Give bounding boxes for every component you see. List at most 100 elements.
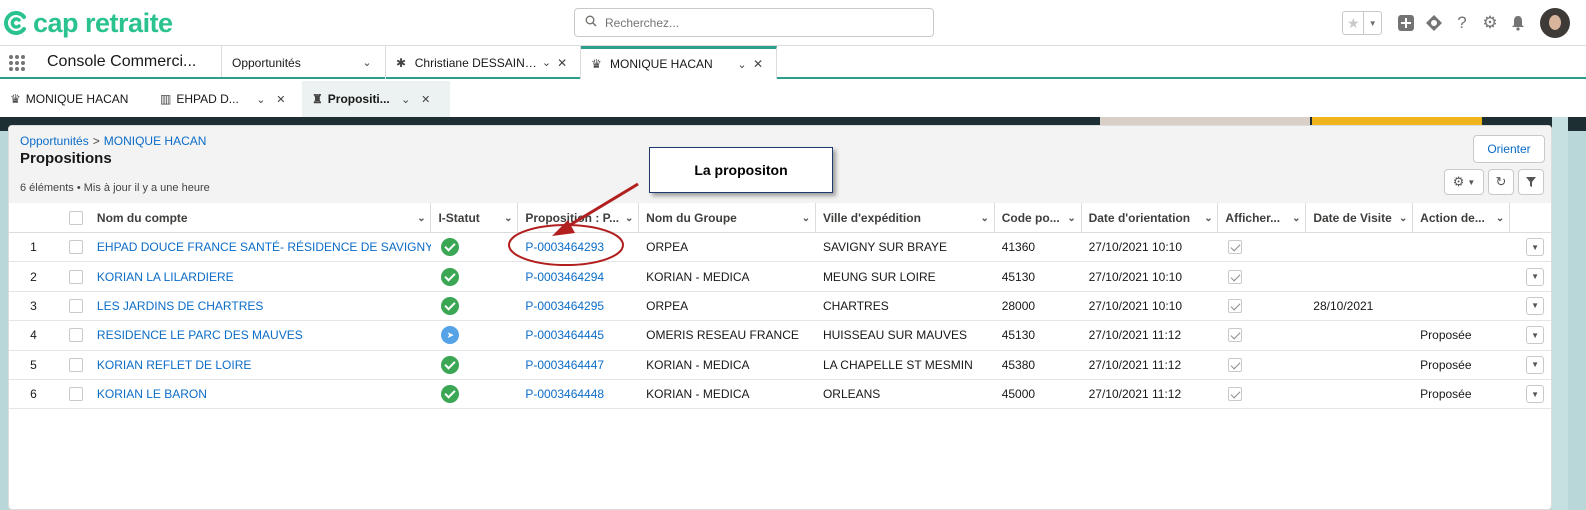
- close-icon[interactable]: ✕: [273, 93, 289, 106]
- column-header-city[interactable]: Ville d'expédition ⌄: [816, 203, 995, 233]
- chevron-down-icon[interactable]: ⌄: [1287, 213, 1305, 224]
- help-icon[interactable]: ?: [1448, 9, 1476, 37]
- setup-gear-icon[interactable]: ⚙: [1476, 9, 1504, 37]
- account-link[interactable]: KORIAN LE BARON: [97, 387, 207, 401]
- favorites-dropdown-icon[interactable]: ▼: [1364, 12, 1381, 34]
- visit-date-cell: [1306, 380, 1413, 408]
- chevron-down-icon[interactable]: ⌄: [412, 213, 430, 224]
- column-header-group[interactable]: Nom du Groupe ⌄: [639, 203, 816, 233]
- page-scrollbar[interactable]: [1552, 117, 1568, 510]
- nav-tab-monique-hacan[interactable]: ♛ MONIQUE HACAN ⌄ ✕: [581, 46, 777, 79]
- chevron-down-icon[interactable]: ⌄: [620, 213, 638, 224]
- column-header-afficher[interactable]: Afficher... ⌄: [1218, 203, 1307, 233]
- chevron-down-icon[interactable]: ⌄: [1199, 213, 1217, 224]
- row-checkbox[interactable]: [68, 387, 83, 402]
- trailhead-icon[interactable]: [1420, 9, 1448, 37]
- column-header-action[interactable]: Action de... ⌄: [1413, 203, 1511, 233]
- proposition-link[interactable]: P-0003464294: [525, 270, 604, 284]
- proposition-link[interactable]: P-0003464447: [525, 358, 604, 372]
- account-link[interactable]: EHPAD DOUCE FRANCE SANTÉ- RÉSIDENCE DE S…: [97, 240, 432, 254]
- proposition-link[interactable]: P-0003464293: [525, 240, 604, 254]
- user-avatar[interactable]: [1540, 8, 1570, 38]
- brand-logo-text: cap retraite: [33, 7, 173, 38]
- chevron-down-icon[interactable]: ⌄: [539, 56, 555, 69]
- table-row[interactable]: 6 KORIAN LE BARON P-0003464448 KORIAN - MED…: [9, 380, 1551, 410]
- account-cell: EHPAD DOUCE FRANCE SANTÉ- RÉSIDENCE DE S…: [90, 233, 432, 261]
- chevron-down-icon[interactable]: ⌄: [253, 93, 269, 106]
- breadcrumb-parent-link[interactable]: Opportunités: [20, 134, 89, 148]
- chevron-down-icon[interactable]: ⌄: [734, 58, 750, 71]
- subtab-monique-hacan[interactable]: ♛ MONIQUE HACAN: [0, 81, 150, 117]
- subtab-propositions[interactable]: ♜ Propositi... ⌄ ✕: [302, 81, 450, 117]
- afficher-cell: [1218, 262, 1306, 290]
- row-menu-button[interactable]: ▼: [1526, 267, 1545, 286]
- chevron-down-icon[interactable]: ⌄: [1063, 213, 1081, 224]
- chevron-down-icon[interactable]: ⌄: [1491, 213, 1509, 224]
- row-number-cell: 6: [9, 380, 58, 408]
- app-launcher-button[interactable]: [0, 46, 34, 79]
- close-icon[interactable]: ✕: [554, 56, 570, 70]
- select-all-checkbox[interactable]: [68, 211, 83, 225]
- orienter-button[interactable]: Orienter: [1473, 135, 1545, 163]
- row-checkbox[interactable]: [68, 357, 83, 372]
- notifications-bell-icon[interactable]: [1504, 9, 1532, 37]
- account-link[interactable]: RESIDENCE LE PARC DES MAUVES: [97, 328, 303, 342]
- proposition-cell: P-0003464445: [518, 321, 639, 349]
- city-name: HUISSEAU SUR MAUVES: [822, 328, 967, 343]
- brand-logo[interactable]: cap retraite: [2, 7, 173, 39]
- chevron-down-icon[interactable]: ⌄: [1394, 213, 1412, 224]
- nav-tab-opportunites[interactable]: Opportunités ⌄: [222, 46, 386, 79]
- account-link[interactable]: KORIAN LA LILARDIERE: [97, 270, 234, 284]
- table-row[interactable]: 2 KORIAN LA LILARDIERE P-0003464294 KORIAN …: [9, 262, 1551, 292]
- row-menu-button[interactable]: ▼: [1526, 355, 1545, 374]
- chevron-down-icon: ▼: [1467, 177, 1476, 187]
- status-cell: [431, 351, 518, 379]
- proposition-link[interactable]: P-0003464445: [525, 328, 604, 342]
- column-header-status[interactable]: I-Statut ⌄: [431, 203, 519, 233]
- global-search[interactable]: [574, 8, 934, 37]
- chevron-down-icon[interactable]: ⌄: [976, 213, 994, 224]
- breadcrumb-record-link[interactable]: MONIQUE HACAN: [104, 134, 207, 148]
- column-header-proposition[interactable]: Proposition : P... ⌄: [518, 203, 640, 233]
- afficher-checkbox: [1228, 357, 1243, 372]
- global-add-icon[interactable]: [1392, 9, 1420, 37]
- column-header-visit-date[interactable]: Date de Visite ⌄: [1306, 203, 1414, 233]
- chevron-down-icon[interactable]: ⌄: [499, 213, 517, 224]
- row-menu-button[interactable]: ▼: [1526, 296, 1545, 315]
- row-checkbox[interactable]: [68, 240, 83, 255]
- table-row[interactable]: 5 KORIAN REFLET DE LOIRE P-0003464447 KORIA…: [9, 351, 1551, 380]
- row-checkbox[interactable]: [68, 269, 83, 284]
- proposition-cell: P-0003464448: [518, 380, 639, 408]
- account-link[interactable]: KORIAN REFLET DE LOIRE: [97, 358, 251, 372]
- proposition-link[interactable]: P-0003464295: [525, 299, 604, 313]
- favorite-star-icon[interactable]: ★: [1343, 12, 1365, 34]
- row-menu-button[interactable]: ▼: [1526, 385, 1545, 404]
- row-menu-button[interactable]: ▼: [1526, 326, 1545, 345]
- column-header-postal[interactable]: Code po... ⌄: [995, 203, 1082, 233]
- refresh-button[interactable]: ↻: [1488, 169, 1514, 195]
- row-checkbox[interactable]: [68, 298, 83, 313]
- account-link[interactable]: LES JARDINS DE CHARTRES: [97, 299, 263, 313]
- row-checkbox[interactable]: [68, 328, 83, 343]
- chevron-down-icon[interactable]: ⌄: [359, 56, 375, 69]
- table-row[interactable]: 3 LES JARDINS DE CHARTRES P-0003464295 ORPE…: [9, 292, 1551, 322]
- subtab-ehpad[interactable]: ▥ EHPAD D... ⌄ ✕: [150, 81, 302, 117]
- list-settings-button[interactable]: ⚙ ▼: [1444, 169, 1484, 195]
- column-header-orientation-date[interactable]: Date d'orientation ⌄: [1082, 203, 1219, 233]
- search-input[interactable]: [605, 15, 905, 30]
- chevron-down-icon[interactable]: ⌄: [797, 213, 815, 224]
- chevron-down-icon[interactable]: ⌄: [398, 93, 414, 106]
- afficher-cell: [1218, 351, 1306, 379]
- close-icon[interactable]: ✕: [750, 57, 766, 71]
- proposition-link[interactable]: P-0003464448: [525, 387, 604, 401]
- filter-button[interactable]: [1518, 169, 1544, 195]
- column-header-account[interactable]: Nom du compte ⌄: [90, 203, 432, 233]
- table-row[interactable]: 1 EHPAD DOUCE FRANCE SANTÉ- RÉSIDENCE DE …: [9, 233, 1551, 263]
- postal-cell: 28000: [995, 292, 1082, 320]
- nav-tab-christiane[interactable]: ✱ Christiane DESSAINT... ⌄ ✕: [386, 46, 581, 79]
- table-row[interactable]: 4 RESIDENCE LE PARC DES MAUVES ➤ P-00034644…: [9, 321, 1551, 351]
- account-cell: KORIAN LE BARON: [90, 380, 432, 408]
- person-icon: ✱: [396, 55, 407, 70]
- row-menu-button[interactable]: ▼: [1526, 238, 1545, 257]
- close-icon[interactable]: ✕: [418, 93, 434, 106]
